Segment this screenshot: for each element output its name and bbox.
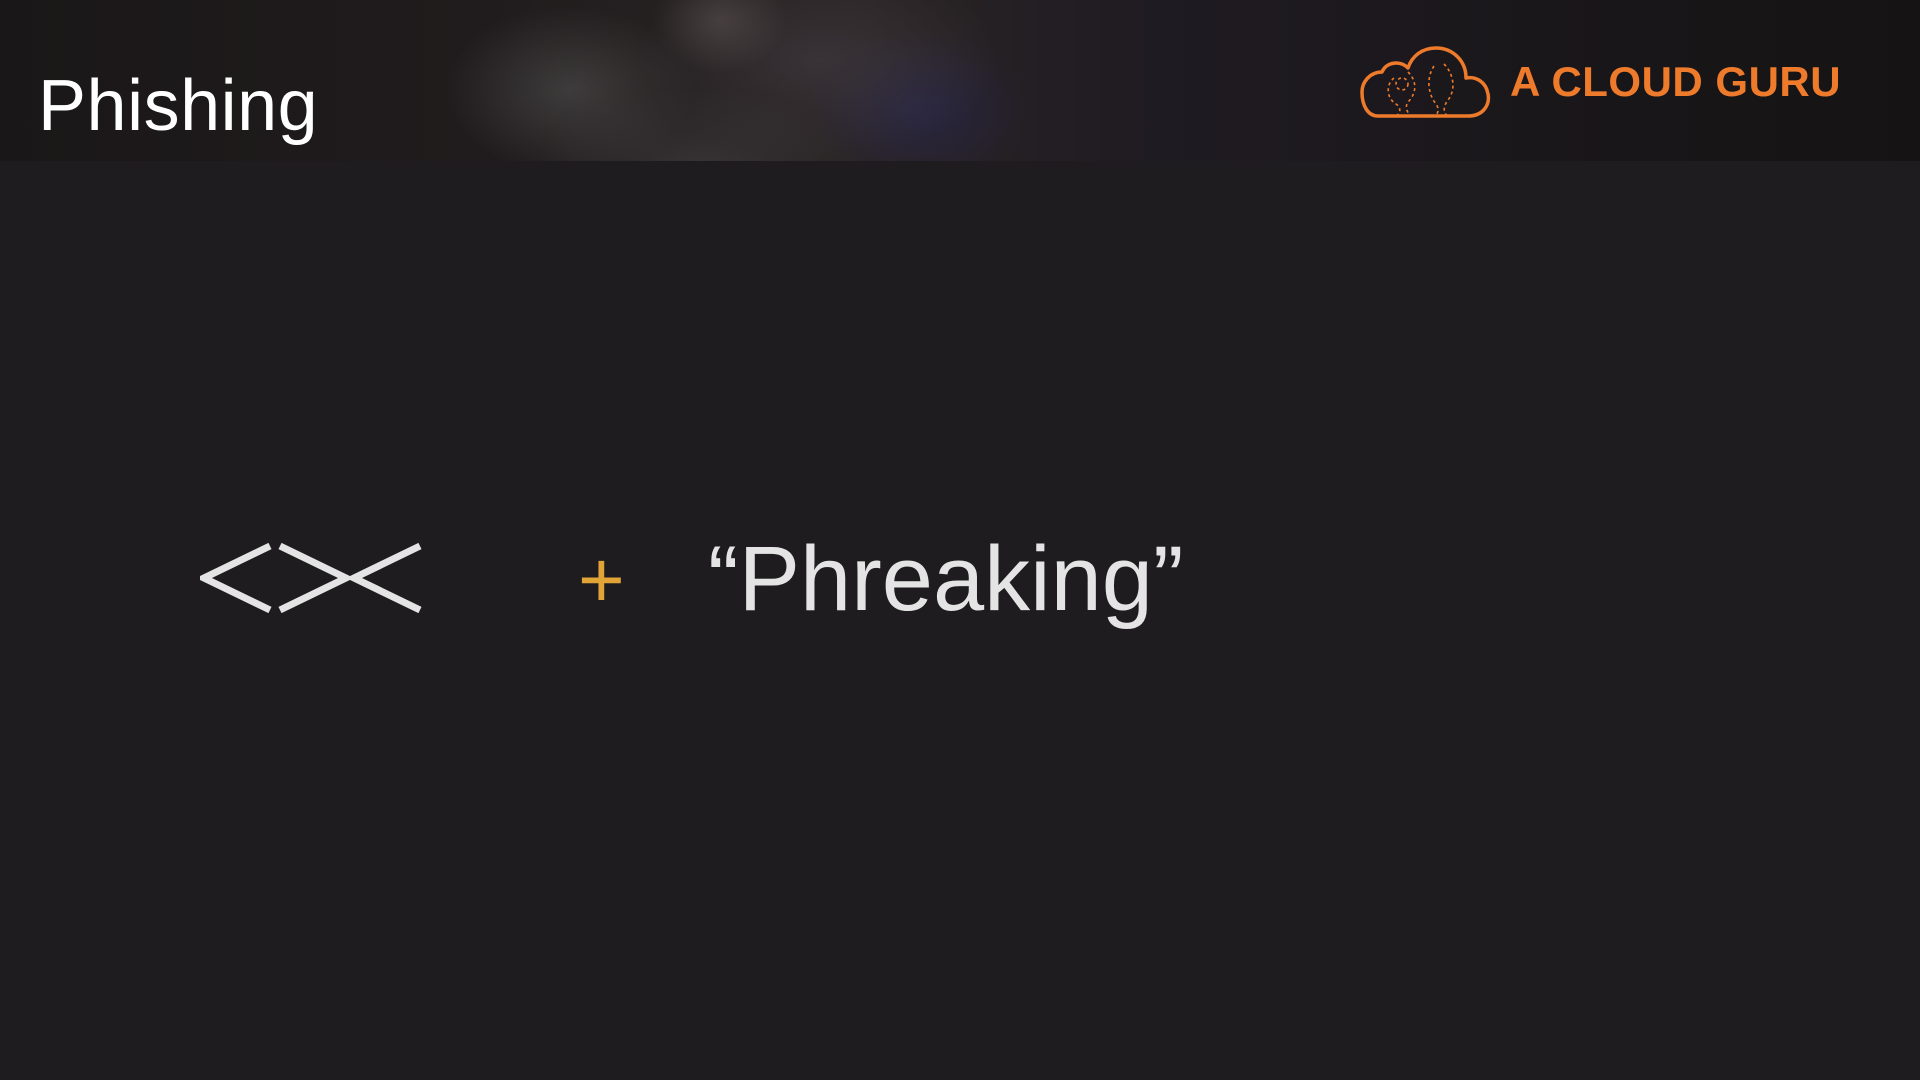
brand-name: A CLOUD GURU: [1510, 58, 1842, 105]
fish-symbol-icon: [200, 542, 422, 614]
header-banner: Phishing A CLOUD GURU: [0, 0, 1920, 161]
formula: + “Phreaking”: [200, 520, 1200, 640]
page-title: Phishing: [38, 66, 319, 146]
phreaking-term: “Phreaking”: [708, 528, 1184, 630]
cloud-logo-icon: [1360, 46, 1491, 118]
plus-operator: +: [578, 535, 625, 624]
brand: A CLOUD GURU: [1356, 42, 1841, 122]
video-backdrop: [380, 0, 1100, 161]
slide: Phishing A CLOUD GURU + “Phreaking”: [0, 0, 1920, 1080]
